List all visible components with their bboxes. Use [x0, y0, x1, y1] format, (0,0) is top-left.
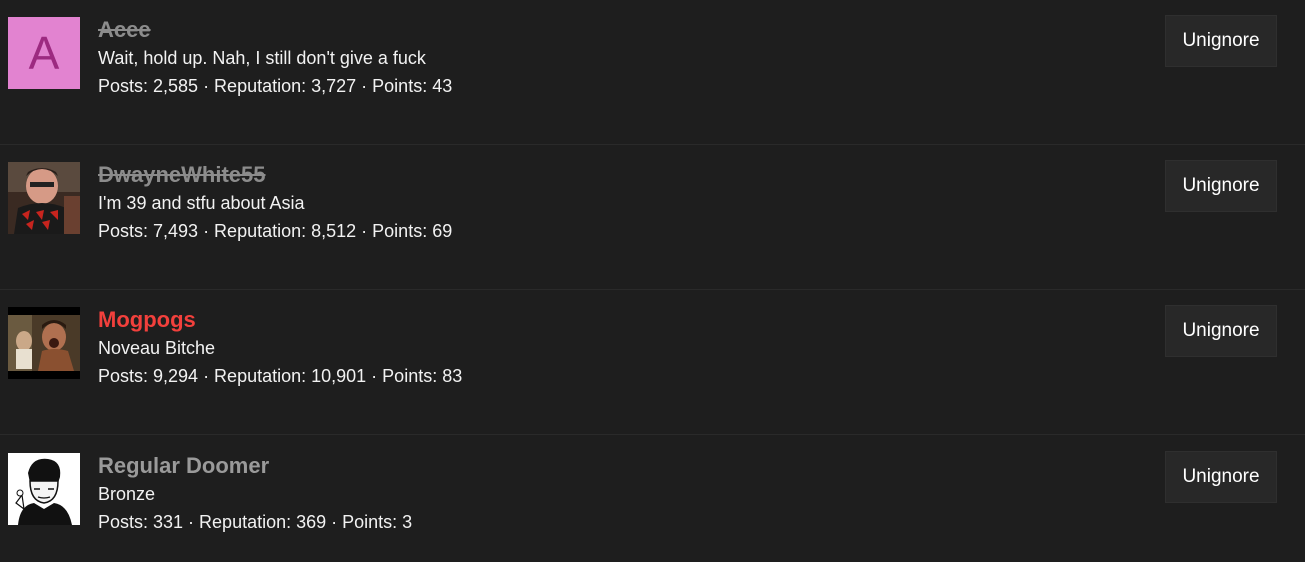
ignored-user-row: Mogpogs Noveau Bitche Posts: 9,294 · Rep… — [0, 290, 1305, 435]
avatar[interactable] — [8, 453, 80, 525]
unignore-button[interactable]: Unignore — [1165, 160, 1277, 212]
avatar[interactable]: A — [8, 17, 80, 89]
user-title: I'm 39 and stfu about Asia — [98, 193, 305, 213]
user-stats: Posts: 9,294 · Reputation: 10,901 · Poin… — [98, 366, 463, 386]
avatar-photo-icon — [8, 162, 80, 234]
avatar[interactable] — [8, 307, 80, 379]
ignored-user-row: A Acee Wait, hold up. Nah, I still don't… — [0, 0, 1305, 145]
unignore-button[interactable]: Unignore — [1165, 15, 1277, 67]
username-link[interactable]: Mogpogs — [98, 306, 462, 334]
user-title: Bronze — [98, 484, 156, 504]
avatar-photo-icon — [8, 307, 80, 379]
ignored-user-row: Regular Doomer Bronze Posts: 331 · Reput… — [0, 436, 1305, 562]
avatar[interactable] — [8, 162, 80, 234]
unignore-button[interactable]: Unignore — [1165, 451, 1277, 503]
ignored-users-list: A Acee Wait, hold up. Nah, I still don't… — [0, 0, 1305, 562]
username-link[interactable]: Acee — [98, 16, 452, 44]
ignored-user-row: DwayneWhite55 I'm 39 and stfu about Asia… — [0, 145, 1305, 290]
user-stats: Posts: 331 · Reputation: 369 · Points: 3 — [98, 512, 413, 532]
user-stats: Posts: 7,493 · Reputation: 8,512 · Point… — [98, 221, 453, 241]
avatar-drawing-icon — [8, 453, 80, 525]
unignore-button[interactable]: Unignore — [1165, 305, 1277, 357]
user-title: Noveau Bitche — [98, 338, 216, 358]
user-info: Regular Doomer Bronze Posts: 331 · Reput… — [98, 452, 412, 536]
user-stats: Posts: 2,585 · Reputation: 3,727 · Point… — [98, 76, 453, 96]
username-link[interactable]: DwayneWhite55 — [98, 161, 452, 189]
user-info: DwayneWhite55 I'm 39 and stfu about Asia… — [98, 161, 452, 245]
user-info: Acee Wait, hold up. Nah, I still don't g… — [98, 16, 452, 100]
user-title: Wait, hold up. Nah, I still don't give a… — [98, 48, 426, 68]
username-link[interactable]: Regular Doomer — [98, 452, 412, 480]
row-divider — [0, 434, 1305, 435]
user-info: Mogpogs Noveau Bitche Posts: 9,294 · Rep… — [98, 306, 462, 390]
